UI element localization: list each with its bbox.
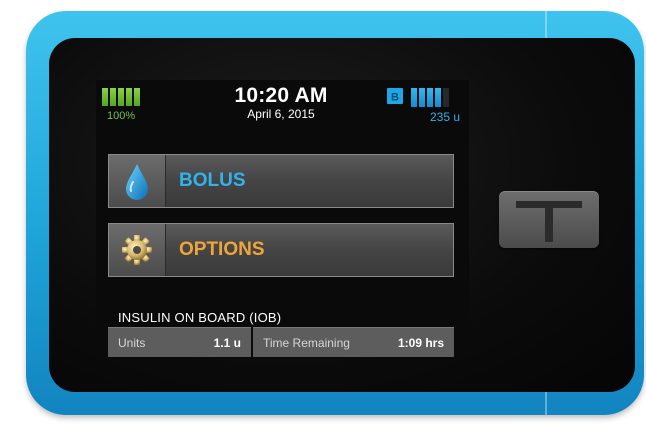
bolus-button[interactable]: BOLUS <box>108 154 454 208</box>
status-time: 10:20 AM <box>234 84 328 107</box>
gear-icon <box>122 235 152 265</box>
insulin-reservoir-indicator <box>411 88 449 107</box>
bolus-label: BOLUS <box>179 170 246 191</box>
t-logo-icon <box>516 201 582 242</box>
iob-time-label: Time Remaining <box>263 336 350 350</box>
reservoir-units: 235 u <box>429 110 460 124</box>
iob-units-value: 1.1 u <box>213 336 241 350</box>
reservoir-cell <box>435 88 441 107</box>
options-label: OPTIONS <box>179 239 265 260</box>
battery-cell <box>134 88 140 106</box>
battery-cell <box>118 88 124 106</box>
touch-screen: 100% 10:20 AM April 6, 2015 B 235 u BOLU… <box>96 80 469 357</box>
iob-row[interactable]: Units 1.1 u Time Remaining 1:09 hrs <box>108 327 454 357</box>
battery-cell <box>102 88 108 106</box>
iob-units-cell: Units 1.1 u <box>108 327 251 357</box>
iob-time-cell: Time Remaining 1:09 hrs <box>253 327 454 357</box>
reservoir-cell <box>411 88 417 107</box>
options-button[interactable]: OPTIONS <box>108 223 454 277</box>
screen-on-button[interactable] <box>499 191 599 248</box>
battery-indicator <box>102 88 140 106</box>
iob-title: INSULIN ON BOARD (IOB) <box>118 310 282 325</box>
battery-cell <box>126 88 132 106</box>
water-drop-icon <box>126 164 148 200</box>
battery-cell <box>110 88 116 106</box>
battery-percent: 100% <box>107 110 136 122</box>
b-badge-icon: B <box>387 88 403 104</box>
reservoir-cell <box>443 88 449 107</box>
bolus-icon-box <box>109 155 166 207</box>
pump-illustration: 100% 10:20 AM April 6, 2015 B 235 u BOLU… <box>0 0 646 430</box>
iob-units-label: Units <box>118 336 146 350</box>
reservoir-cell <box>419 88 425 107</box>
svg-text:B: B <box>391 92 399 104</box>
status-bar: 100% 10:20 AM April 6, 2015 B 235 u <box>96 80 469 124</box>
options-icon-box <box>109 224 166 276</box>
reservoir-cell <box>427 88 433 107</box>
status-date: April 6, 2015 <box>247 107 315 121</box>
iob-time-value: 1:09 hrs <box>397 336 444 350</box>
